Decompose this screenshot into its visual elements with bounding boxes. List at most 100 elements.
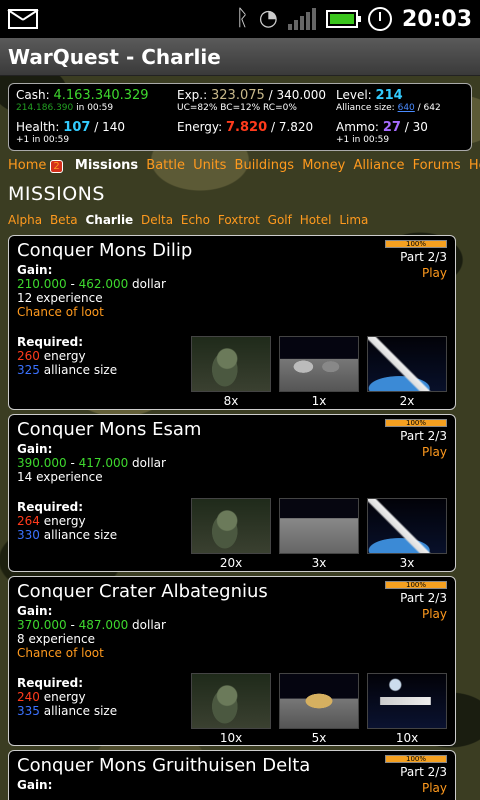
nav-battle[interactable]: Battle (146, 158, 185, 173)
mech-unit-image[interactable] (191, 673, 271, 729)
mission-status: 100% Part 2/3 Play (385, 240, 447, 280)
nav-units[interactable]: Units (193, 158, 226, 173)
cash-income-timer: in 00:59 (73, 103, 114, 113)
required-units: 10x 5x 10x (191, 673, 447, 745)
unit-item: 20x (191, 498, 271, 570)
progress-bar: 100% (385, 419, 447, 427)
energy-unit: energy (43, 349, 86, 363)
alliance-size-label: Alliance size: (336, 103, 395, 113)
ammo-max: / 30 (400, 120, 428, 134)
dollar-unit: dollar (132, 456, 166, 470)
part-indicator: Part 2/3 (400, 765, 447, 779)
required-energy: 240 (17, 690, 40, 704)
alliance-unit: alliance size (43, 363, 118, 377)
play-button[interactable]: Play (385, 781, 447, 795)
dollar-unit: dollar (132, 277, 166, 291)
mission-status: 100% Part 2/3 Play (385, 581, 447, 621)
mission-title: Conquer Mons Gruithuisen Delta (17, 755, 311, 776)
mech-unit-image[interactable] (191, 498, 271, 554)
alliance-size-link[interactable]: 640 (398, 103, 415, 113)
required-units: 20x 3x 3x (191, 498, 447, 570)
unit-item: 8x (191, 336, 271, 408)
unit-count: 10x (395, 731, 419, 745)
ammo-regen-timer: +1 in 00:59 (336, 135, 390, 145)
energy-value: 7.820 (226, 120, 268, 135)
health-regen-timer: +1 in 00:59 (16, 135, 70, 145)
unit-count: 20x (219, 556, 243, 570)
stats-column-cash-health: Cash: 4.163.340.329 214.186.390 in 00:59… (16, 88, 149, 146)
health-label: Health: (16, 120, 60, 134)
required-units: 8x 1x 2x (191, 336, 447, 408)
unit-item: 10x (191, 673, 271, 745)
buggy-unit-image[interactable] (279, 673, 359, 729)
battery-icon (325, 10, 361, 28)
planet-tab-beta[interactable]: Beta (50, 213, 78, 227)
planet-tab-foxtrot[interactable]: Foxtrot (218, 213, 260, 227)
mech-unit-image[interactable] (191, 336, 271, 392)
unit-count: 3x (311, 556, 327, 570)
exp-max: / 340.000 (264, 88, 327, 102)
gain-label: Gain: (17, 778, 53, 792)
nav-missions[interactable]: Missions (75, 158, 138, 173)
wifi-icon: ◔ (258, 6, 278, 31)
gain-label: Gain: (17, 263, 53, 277)
nav-money[interactable]: Money (302, 158, 345, 173)
planet-tab-echo[interactable]: Echo (181, 213, 210, 227)
nav-home[interactable]: Home 2 (8, 158, 67, 173)
signal-icon (287, 8, 316, 30)
mission-card: Conquer Crater Albategnius Gain: 370.000… (8, 576, 456, 746)
spaceship-unit-image[interactable] (367, 673, 447, 729)
planet-tab-golf[interactable]: Golf (268, 213, 292, 227)
unit-item: 3x (367, 498, 447, 570)
unit-item: 1x (279, 336, 359, 408)
mail-icon[interactable] (8, 9, 38, 29)
unit-count: 3x (399, 556, 415, 570)
play-button[interactable]: Play (385, 266, 447, 280)
spaceship-unit-image[interactable] (367, 498, 447, 554)
rover-unit-image[interactable] (279, 336, 359, 392)
nav-help[interactable]: Help (469, 158, 480, 173)
energy-max: / 7.820 (267, 120, 314, 134)
health-value: 107 (63, 120, 91, 135)
app-title: WarQuest - Charlie (8, 44, 221, 69)
required-energy: 264 (17, 514, 40, 528)
planet-tab-lima[interactable]: Lima (339, 213, 368, 227)
alliance-size-max: / 642 (414, 103, 441, 113)
required-alliance: 325 (17, 363, 40, 377)
experience-unit: experience (36, 291, 103, 305)
mission-card: Conquer Mons Esam Gain: 390.000 - 417.00… (8, 414, 456, 572)
planet-tab-alpha[interactable]: Alpha (8, 213, 42, 227)
required-alliance: 330 (17, 528, 40, 542)
play-button[interactable]: Play (385, 607, 447, 621)
dollar-unit: dollar (132, 618, 166, 632)
nav-alliance[interactable]: Alliance (353, 158, 404, 173)
level-label: Level: (336, 88, 372, 102)
dollar-max: 417.000 (78, 456, 129, 470)
planet-tab-hotel[interactable]: Hotel (300, 213, 332, 227)
nav-buildings[interactable]: Buildings (235, 158, 295, 173)
play-button[interactable]: Play (385, 445, 447, 459)
experience-value: 8 (17, 632, 25, 646)
mission-card: Conquer Mons Dilip Gain: 210.000 - 462.0… (8, 235, 456, 410)
mission-title: Conquer Crater Albategnius (17, 581, 268, 602)
required-alliance: 335 (17, 704, 40, 718)
nav-forums[interactable]: Forums (413, 158, 461, 173)
player-stats-panel: Cash: 4.163.340.329 214.186.390 in 00:59… (8, 83, 472, 151)
health-max: / 140 (90, 120, 125, 134)
stats-column-level-ammo: Level: 214 Alliance size: 640 / 642 Ammo… (336, 88, 441, 146)
exp-label: Exp.: (177, 88, 208, 102)
mission-card: Conquer Mons Gruithuisen Delta Gain: 100… (8, 750, 456, 800)
unit-count: 8x (223, 394, 239, 408)
loot-chance: Chance of loot (17, 305, 104, 319)
crawler-unit-image[interactable] (279, 498, 359, 554)
clock-time: 20:03 (401, 6, 472, 32)
planet-tabs: Alpha Beta Charlie Delta Echo Foxtrot Go… (8, 213, 480, 227)
unit-item: 2x (367, 336, 447, 408)
exp-bonus-rates: UC=82% BC=12% RC=0% (177, 103, 297, 113)
planet-tab-charlie[interactable]: Charlie (85, 213, 133, 227)
planet-tab-delta[interactable]: Delta (141, 213, 173, 227)
dollar-min: 210.000 (17, 277, 67, 291)
mission-title: Conquer Mons Esam (17, 419, 202, 440)
energy-unit: energy (43, 514, 86, 528)
spaceship-unit-image[interactable] (367, 336, 447, 392)
